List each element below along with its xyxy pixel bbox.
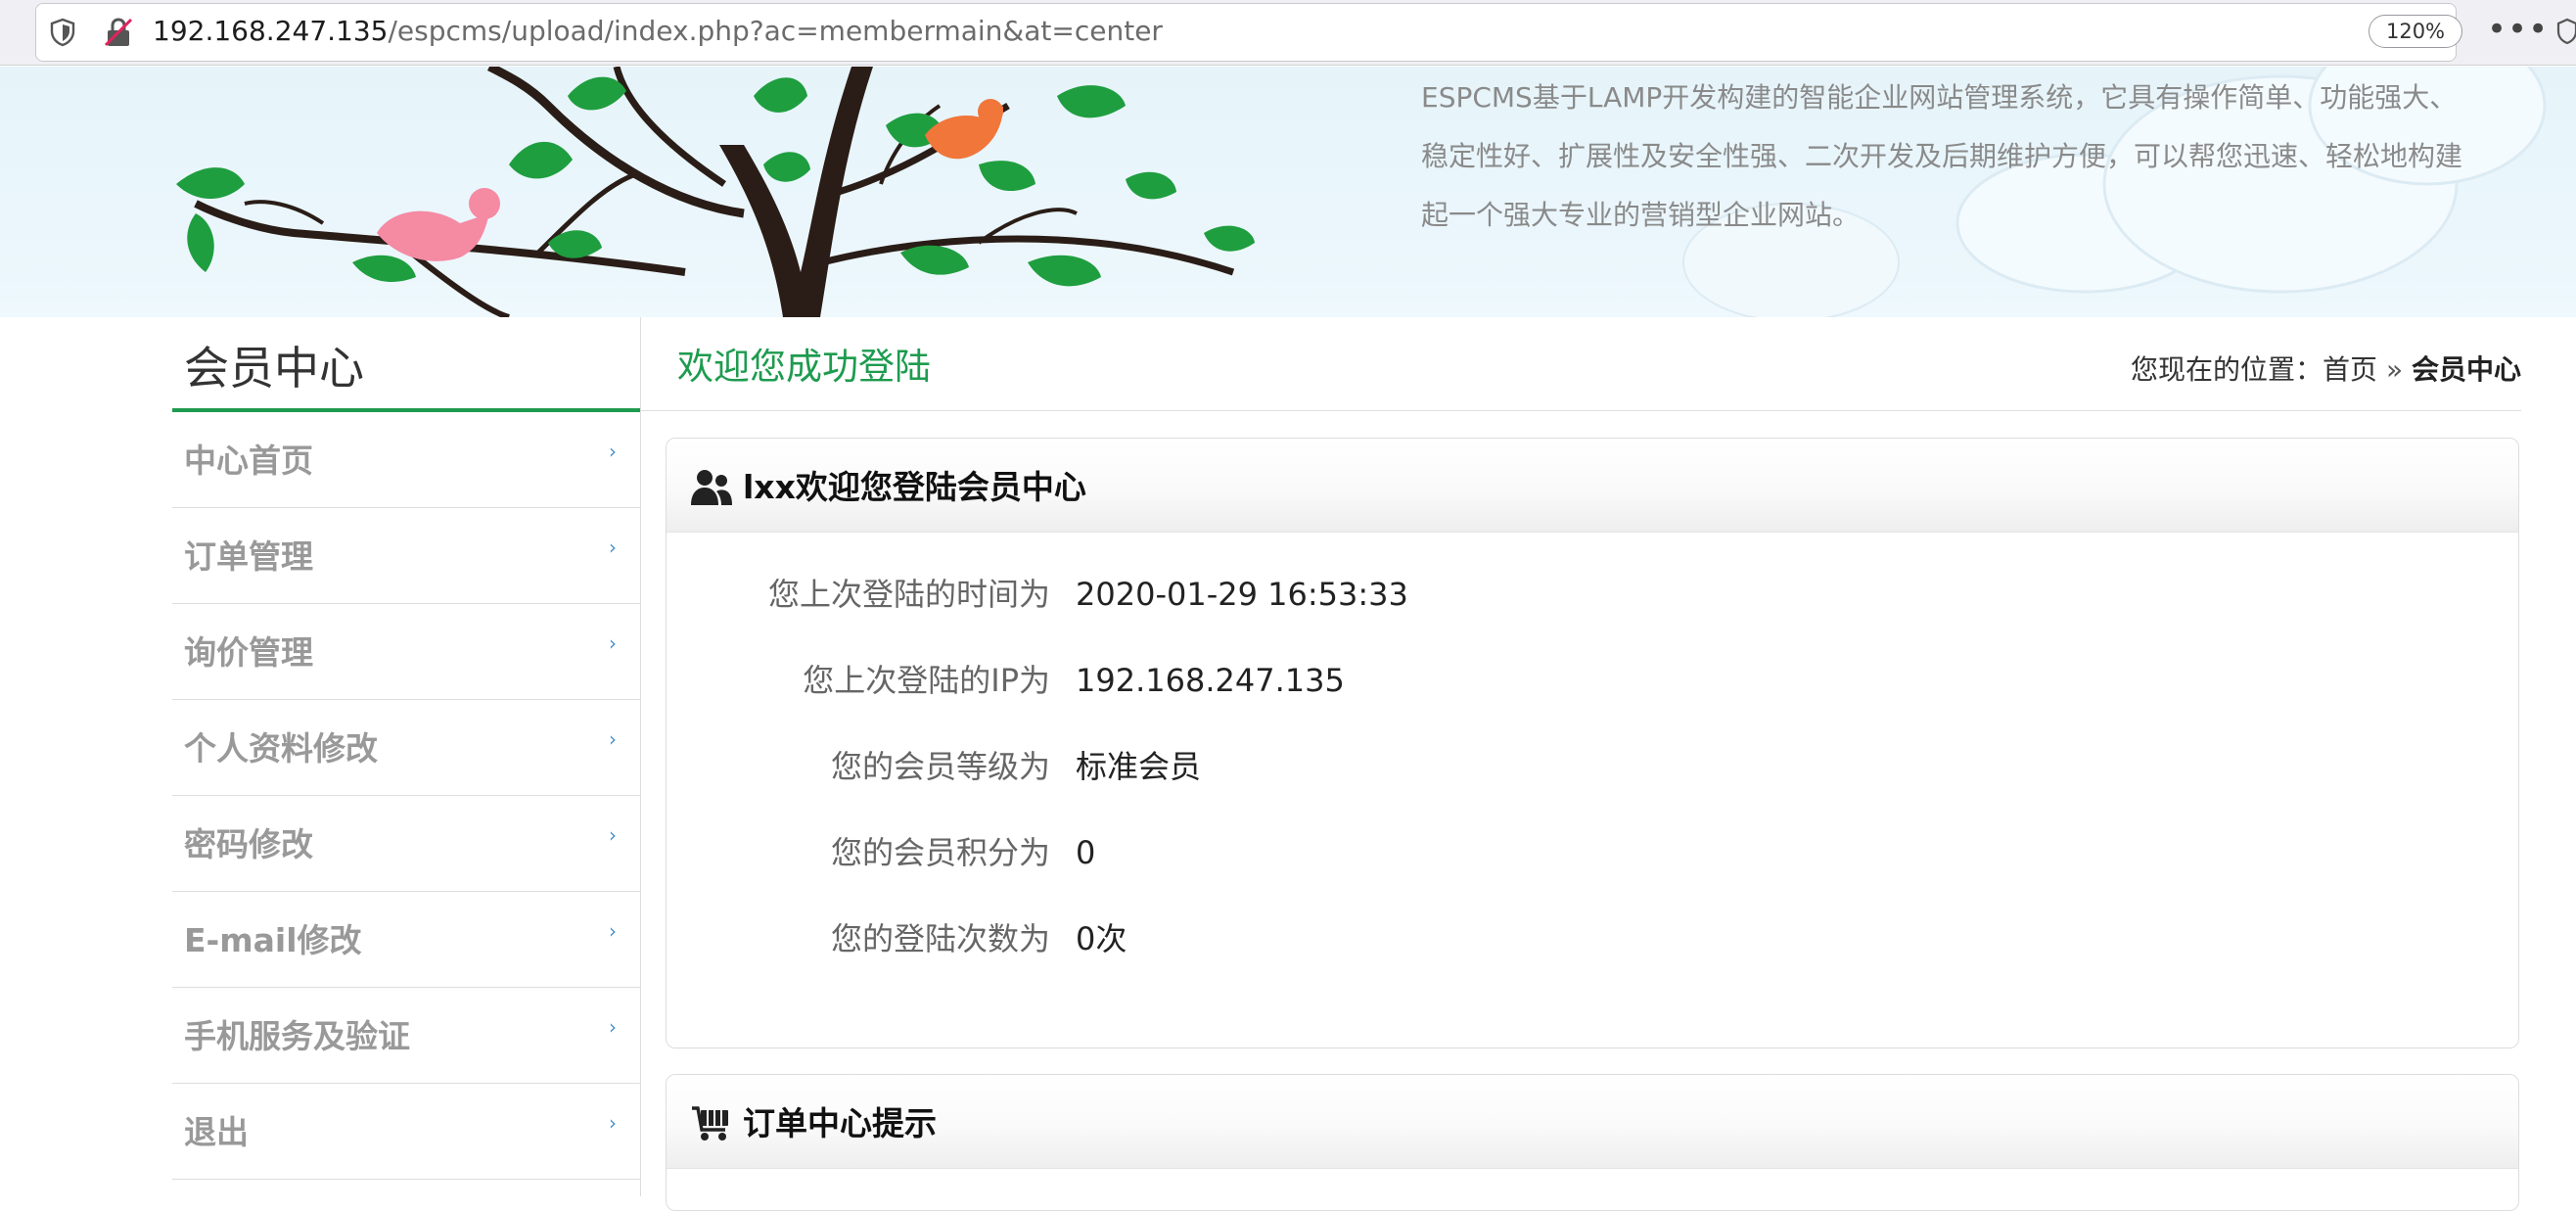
- sidebar-item-label: 密码修改: [184, 825, 313, 863]
- sidebar-item-logout[interactable]: 退出 ›: [172, 1084, 640, 1180]
- sidebar-item-inquiries[interactable]: 询价管理 ›: [172, 604, 640, 700]
- member-points-row: 您的会员积分为 0: [667, 828, 2518, 877]
- info-value: 0次: [1076, 920, 1127, 957]
- more-options-icon[interactable]: •••: [2487, 12, 2549, 47]
- chevron-right-icon: ›: [609, 1111, 617, 1135]
- last-login-ip-row: 您上次登陆的IP为 192.168.247.135: [667, 656, 2518, 705]
- member-level-row: 您的会员等级为 标准会员: [667, 742, 2518, 791]
- member-sidebar: 会员中心 中心首页 › 订单管理 › 询价管理 › 个人资料修改 › 密码修改 …: [172, 317, 640, 1196]
- page-title: 欢迎您成功登陆: [677, 346, 931, 388]
- breadcrumb-separator: »: [2385, 353, 2404, 386]
- sidebar-item-label: 询价管理: [184, 633, 313, 672]
- info-value: 0: [1076, 834, 1096, 871]
- sidebar-item-label: 手机服务及验证: [184, 1017, 410, 1055]
- breadcrumb-home-link[interactable]: 首页: [2323, 353, 2377, 386]
- info-value: 2020-01-29 16:53:33: [1076, 576, 1408, 613]
- cart-icon: [692, 1106, 728, 1141]
- info-label: 您的会员积分为: [830, 834, 1050, 871]
- panel-header: 订单中心提示: [667, 1075, 2518, 1169]
- url-path: /espcms/upload/index.php?ac=membermain&a…: [388, 15, 1163, 47]
- sidebar-item-password[interactable]: 密码修改 ›: [172, 796, 640, 892]
- breadcrumb-current: 会员中心: [2411, 353, 2521, 386]
- sidebar-item-email[interactable]: E-mail修改 ›: [172, 892, 640, 988]
- info-label: 您上次登陆的IP为: [803, 662, 1050, 699]
- extension-shield-icon[interactable]: [2556, 17, 2576, 46]
- chevron-right-icon: ›: [609, 1015, 617, 1039]
- url-text[interactable]: 192.168.247.135/espcms/upload/index.php?…: [153, 14, 1163, 49]
- sidebar-item-orders[interactable]: 订单管理 ›: [172, 508, 640, 604]
- heading-divider: [640, 410, 2521, 411]
- panel-header: lxx欢迎您登陆会员中心: [667, 439, 2518, 533]
- sidebar-item-profile[interactable]: 个人资料修改 ›: [172, 700, 640, 796]
- browser-toolbar: 192.168.247.135/espcms/upload/index.php?…: [0, 0, 2576, 66]
- sidebar-item-label: 退出: [184, 1113, 249, 1151]
- sidebar-item-label: 个人资料修改: [184, 729, 378, 768]
- login-count-row: 您的登陆次数为 0次: [667, 914, 2518, 963]
- info-value: 标准会员: [1076, 748, 1202, 785]
- site-banner: ESPCMS基于LAMP开发构建的智能企业网站管理系统，它具有操作简单、功能强大…: [0, 67, 2576, 317]
- chevron-right-icon: ›: [609, 536, 617, 559]
- last-login-time-row: 您上次登陆的时间为 2020-01-29 16:53:33: [667, 570, 2518, 619]
- chevron-right-icon: ›: [609, 440, 617, 463]
- sidebar-item-label: E-mail修改: [184, 921, 362, 959]
- panel-title: 订单中心提示: [743, 1104, 937, 1142]
- sidebar-item-label: 订单管理: [184, 537, 313, 576]
- chevron-right-icon: ›: [609, 631, 617, 655]
- sidebar-item-label: 中心首页: [184, 442, 313, 480]
- sidebar-menu: 中心首页 › 订单管理 › 询价管理 › 个人资料修改 › 密码修改 › E-m…: [172, 412, 640, 1180]
- sidebar-title: 会员中心: [184, 342, 364, 395]
- orders-tip-panel: 订单中心提示: [666, 1074, 2519, 1211]
- info-label: 您的会员等级为: [830, 748, 1050, 785]
- breadcrumb-prefix: 您现在的位置：: [2131, 353, 2323, 386]
- panel-title: lxx欢迎您登陆会员中心: [743, 468, 1086, 506]
- sidebar-item-mobile[interactable]: 手机服务及验证 ›: [172, 988, 640, 1084]
- sidebar-divider: [640, 317, 641, 1196]
- banner-description: ESPCMS基于LAMP开发构建的智能企业网站管理系统，它具有操作简单、功能强大…: [1421, 81, 2463, 231]
- chevron-right-icon: ›: [609, 823, 617, 847]
- info-label: 您上次登陆的时间为: [767, 576, 1050, 613]
- url-host: 192.168.247.135: [153, 15, 389, 47]
- users-icon: [691, 470, 732, 505]
- info-label: 您的登陆次数为: [830, 920, 1050, 957]
- zoom-level-button[interactable]: 120%: [2369, 15, 2462, 48]
- insecure-lock-icon[interactable]: [102, 16, 135, 49]
- info-value: 192.168.247.135: [1076, 662, 1345, 699]
- breadcrumb: 您现在的位置：首页 » 会员中心: [2131, 350, 2521, 390]
- shield-icon[interactable]: [49, 18, 76, 47]
- chevron-right-icon: ›: [609, 727, 617, 751]
- sidebar-item-center-home[interactable]: 中心首页 ›: [172, 412, 640, 508]
- chevron-right-icon: ›: [609, 919, 617, 943]
- login-info-panel: lxx欢迎您登陆会员中心 您上次登陆的时间为 2020-01-29 16:53:…: [666, 438, 2519, 1048]
